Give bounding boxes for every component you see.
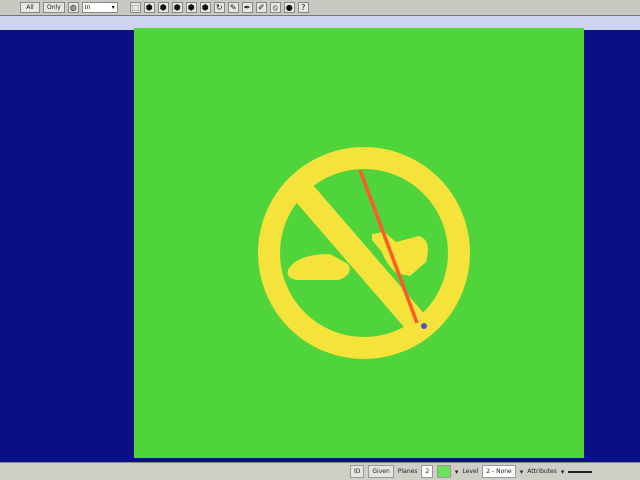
anchor-point — [421, 323, 427, 329]
help-icon[interactable]: ? — [297, 2, 309, 13]
paint-icon[interactable]: ✎ — [227, 2, 239, 13]
line-style-icon[interactable] — [568, 470, 593, 473]
all-button[interactable]: All — [20, 2, 40, 13]
chevron-down-icon[interactable]: ▾ — [520, 468, 524, 476]
only-button[interactable]: Only — [43, 2, 65, 13]
chevron-down-icon[interactable]: ▾ — [561, 468, 565, 476]
attributes-label: Attributes — [527, 468, 557, 475]
pen-icon[interactable]: ✒ — [241, 2, 253, 13]
given-button[interactable]: Given — [368, 465, 394, 478]
level-select[interactable]: 2 - None — [482, 465, 516, 478]
chevron-down-icon[interactable]: ▾ — [455, 468, 459, 476]
cube-icon[interactable]: ⬢ — [185, 2, 197, 13]
color-swatch[interactable] — [437, 465, 451, 478]
edit-icon[interactable]: ✐ — [255, 2, 267, 13]
status-bar: ID Given Planes 2 ▾ Level 2 - None ▾ Att… — [0, 462, 640, 480]
id-button[interactable]: ID — [350, 465, 365, 478]
select-icon[interactable]: ⬚ — [129, 2, 141, 13]
circle-icon[interactable]: ● — [283, 2, 295, 13]
planes-label: Planes — [397, 468, 418, 475]
level-label: Level — [462, 468, 479, 475]
layer-select[interactable]: In — [81, 2, 118, 13]
no-sign-graphic — [258, 147, 470, 359]
cube-icon[interactable]: ⬢ — [199, 2, 211, 13]
drawing-canvas[interactable] — [134, 28, 584, 458]
layer-icon[interactable]: ◍ — [67, 2, 79, 13]
cube-icon[interactable]: ⬢ — [157, 2, 169, 13]
no-entry-icon[interactable]: ⦸ — [269, 2, 281, 13]
planes-field[interactable]: 2 — [421, 465, 434, 478]
left-foot-shape — [287, 254, 350, 280]
toolbar: All Only ◍ In ⬚ ⬢ ⬢ ⬢ ⬢ ⬢ ↻ ✎ ✒ ✐ ⦸ ● ? — [0, 0, 640, 16]
cube-icon[interactable]: ⬢ — [171, 2, 183, 13]
fill-icon[interactable]: ⬢ — [143, 2, 155, 13]
rotate-icon[interactable]: ↻ — [213, 2, 225, 13]
